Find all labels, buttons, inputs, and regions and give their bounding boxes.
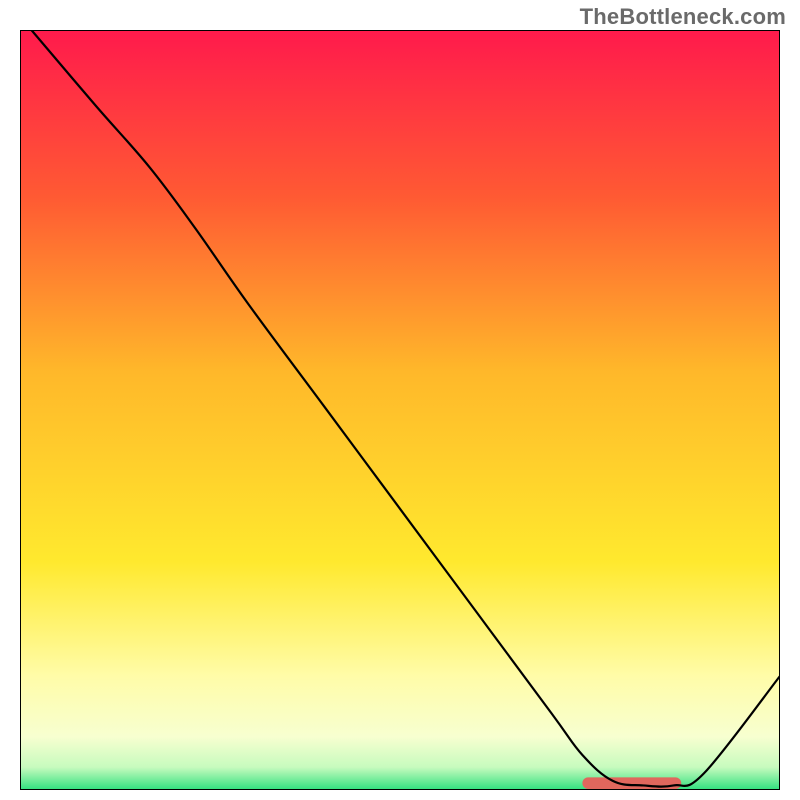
- gradient-background: [20, 30, 780, 790]
- watermark-text: TheBottleneck.com: [580, 4, 786, 30]
- chart-stage: TheBottleneck.com: [0, 0, 800, 800]
- plot-area: [20, 30, 780, 790]
- chart-svg: [20, 30, 780, 790]
